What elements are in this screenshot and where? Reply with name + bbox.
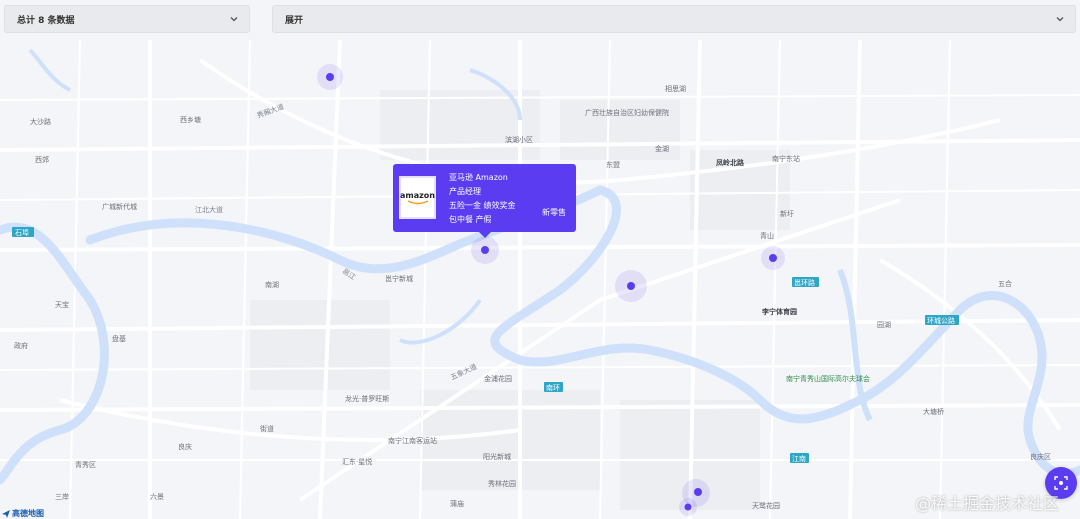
industry-tag: 新零售 bbox=[542, 208, 566, 217]
map-label: 三岸 bbox=[55, 493, 69, 501]
map-label: 南宁东站 bbox=[772, 154, 800, 163]
job-marker[interactable] bbox=[317, 64, 343, 90]
map-label: 广西壮族自治区妇幼保健院 bbox=[585, 108, 669, 117]
svg-text:南环: 南环 bbox=[546, 383, 560, 392]
map-label: 阳光新城 bbox=[483, 452, 511, 461]
map-label: 五合 bbox=[998, 279, 1012, 288]
expand-select[interactable]: 展开 bbox=[272, 5, 1076, 33]
expand-label: 展开 bbox=[285, 15, 304, 26]
svg-text:江南: 江南 bbox=[792, 454, 806, 463]
map-label: 东盟 bbox=[606, 160, 620, 169]
svg-text:环城公路: 环城公路 bbox=[927, 316, 955, 325]
map-label: 龙光·普罗旺斯 bbox=[345, 394, 389, 403]
map-label: 滨湖小区 bbox=[505, 135, 533, 144]
map-label: 南宁青秀山国际高尔夫球会 bbox=[786, 374, 870, 383]
map-label: 邕宁新城 bbox=[385, 274, 413, 283]
data-count-label: 总计 8 条数据 bbox=[17, 15, 75, 26]
map-label: 秀林花园 bbox=[488, 479, 516, 488]
company-name: 亚马逊 Amazon bbox=[449, 173, 508, 182]
map-label: 青山 bbox=[760, 231, 774, 240]
map-label: 六景 bbox=[150, 492, 164, 501]
locate-icon bbox=[1054, 476, 1068, 490]
job-info-popup[interactable]: amazon 亚马逊 Amazon 产品经理 五险一金 绩效奖金 包中餐 产假 … bbox=[393, 164, 576, 238]
map-label: 新圩 bbox=[780, 209, 794, 218]
map-label: 园湖 bbox=[877, 320, 891, 329]
chevron-down-icon bbox=[230, 17, 238, 22]
data-count-select[interactable]: 总计 8 条数据 bbox=[4, 5, 250, 33]
company-logo: amazon bbox=[399, 176, 436, 219]
map-label: 天鹭花园 bbox=[752, 501, 780, 510]
chevron-down-icon bbox=[1056, 17, 1064, 22]
map-label: 蒲庙 bbox=[450, 499, 464, 508]
amazon-smile-icon bbox=[407, 199, 428, 204]
map-label: 街道 bbox=[260, 424, 274, 433]
map-label: 政府 bbox=[14, 341, 28, 350]
map-label: 青秀区 bbox=[75, 460, 96, 469]
map-label: 广城新代城 bbox=[102, 202, 137, 211]
map-label: 南宁江南客运站 bbox=[388, 436, 437, 445]
road-badge: 南环 bbox=[544, 382, 563, 392]
map-provider-logo: 高德地图 bbox=[2, 508, 44, 519]
road-badge: 石埠 bbox=[12, 227, 34, 237]
road-badge: 邕环路 bbox=[792, 277, 819, 287]
job-position: 产品经理 bbox=[449, 187, 481, 196]
map-label: 李宁体育园 bbox=[761, 307, 797, 316]
svg-text:邕环路: 邕环路 bbox=[794, 278, 815, 287]
map-label: 大沙路 bbox=[30, 117, 51, 126]
map-label: 良庆 bbox=[178, 442, 192, 451]
map-label: 南湖 bbox=[265, 280, 279, 289]
job-marker[interactable] bbox=[471, 236, 499, 264]
road-badge: 江南 bbox=[790, 453, 809, 463]
map-canvas[interactable]: 秀厢大道 大沙路 西乡塘 西郊 广西壮族自治区妇幼保健院 滨湖小区 相思湖 金湖… bbox=[0, 0, 1080, 519]
navigation-arrow-icon bbox=[2, 509, 10, 518]
map-label: 金湖 bbox=[655, 144, 669, 153]
map-label: 金浦花园 bbox=[484, 374, 512, 383]
map-label: 相思湖 bbox=[665, 84, 686, 93]
map-label: 西乡塘 bbox=[180, 115, 201, 124]
job-marker[interactable] bbox=[679, 498, 697, 516]
road-badge: 环城公路 bbox=[925, 315, 959, 325]
map-label: 大塘桥 bbox=[923, 407, 944, 416]
job-perks: 包中餐 产假 bbox=[449, 215, 492, 224]
watermark: @稀土掘金技术社区 bbox=[915, 494, 1060, 513]
map-label: 凤岭北路 bbox=[716, 158, 745, 167]
job-benefits: 五险一金 绩效奖金 bbox=[449, 201, 516, 210]
map-label: 盘基 bbox=[112, 334, 126, 343]
job-marker[interactable] bbox=[761, 246, 785, 270]
map-label: 良庆区 bbox=[1030, 452, 1051, 461]
map-label: 江北大道 bbox=[195, 205, 223, 214]
job-marker[interactable] bbox=[615, 270, 647, 302]
map-label: 天宝 bbox=[55, 300, 69, 309]
map-label: 西郊 bbox=[35, 155, 49, 164]
map-label: 汇东·星悦 bbox=[342, 457, 372, 466]
svg-text:石埠: 石埠 bbox=[15, 228, 29, 237]
